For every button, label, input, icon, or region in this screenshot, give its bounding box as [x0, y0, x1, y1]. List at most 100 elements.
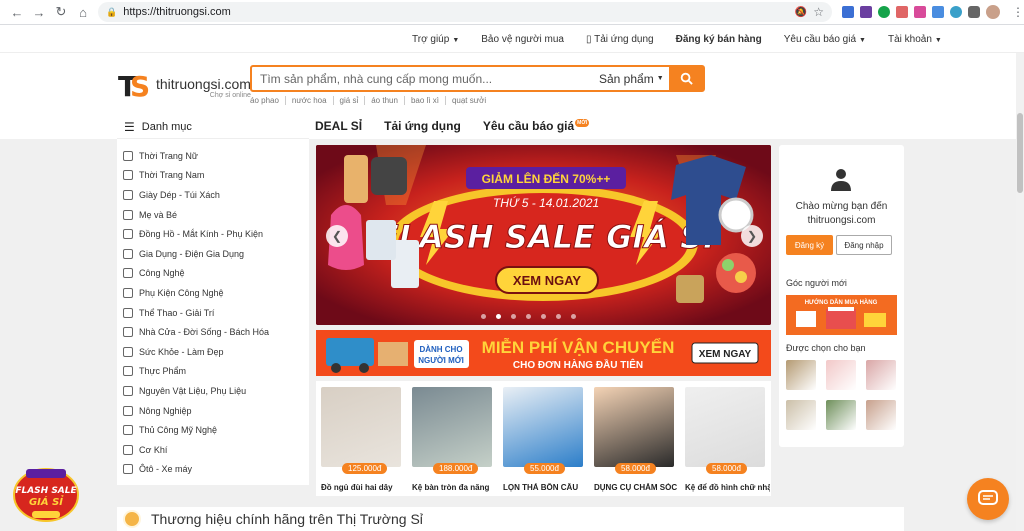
kebab-menu-icon[interactable]: ⋮ — [1012, 5, 1024, 19]
reload-icon[interactable]: ↻ — [50, 1, 72, 23]
extension-icon[interactable] — [860, 6, 872, 18]
extension-icon[interactable] — [896, 6, 908, 18]
carousel-prev-button[interactable]: ❮ — [326, 225, 348, 247]
site-logo[interactable]: TS thitruongsi.com Chợ sỉ online — [118, 73, 251, 101]
page-scrollbar[interactable] — [1016, 53, 1024, 531]
search-hint[interactable]: giá sỉ — [334, 96, 366, 105]
picked-product-thumb[interactable] — [786, 400, 816, 430]
account-menu[interactable]: Tài khoản ▼ — [888, 34, 942, 45]
notifications-off-icon[interactable]: 🔕 — [795, 7, 807, 18]
sidebar-category-item[interactable]: Giày Dép - Túi Xách — [117, 185, 309, 205]
picked-product-thumb[interactable] — [866, 360, 896, 390]
search-input[interactable] — [252, 67, 599, 90]
product-name[interactable]: Kệ bàn tròn đa năng — [412, 483, 497, 492]
product-image[interactable] — [685, 387, 765, 467]
carousel-dot[interactable] — [481, 314, 486, 319]
product-image[interactable] — [503, 387, 583, 467]
flash-sale-floating-badge[interactable]: FLASH SALE GIÁ SỈ — [12, 463, 80, 523]
sidebar-category-item[interactable]: Đồng Hồ - Mắt Kính - Phụ Kiện — [117, 224, 309, 244]
product-name[interactable]: DỤNG CỤ CHĂM SÓC — [594, 483, 679, 492]
scrollbar-thumb[interactable] — [1017, 113, 1023, 193]
sidebar-category-item[interactable]: Nhà Cửa - Đời Sống - Bách Hóa — [117, 322, 309, 342]
search-hint[interactable]: áo thun — [365, 96, 405, 105]
sidebar-category-item[interactable]: Thủ Công Mỹ Nghệ — [117, 420, 309, 440]
login-button[interactable]: Đăng nhập — [836, 235, 892, 255]
register-button[interactable]: Đăng ký — [786, 235, 833, 255]
buyer-protection-link[interactable]: Bảo vệ người mua — [481, 34, 564, 45]
tab-request-quote[interactable]: Yêu cầu báo giá MỚI — [483, 119, 589, 133]
carousel-dot[interactable] — [511, 314, 516, 319]
picked-for-you-title: Được chọn cho bạn — [786, 343, 866, 353]
search-hint[interactable]: bao lì xì — [405, 96, 446, 105]
address-bar[interactable]: 🔒 https://thitruongsi.com 🔕 ☆ — [98, 2, 832, 22]
sidebar-category-item[interactable]: Ôtô - Xe máy — [117, 460, 309, 480]
search-hint[interactable]: nước hoa — [286, 96, 334, 105]
carousel-dot[interactable] — [571, 314, 576, 319]
search-hint[interactable]: áo phao — [250, 96, 286, 105]
extension-icon[interactable] — [950, 6, 962, 18]
sidebar-category-item[interactable]: Công Nghệ — [117, 264, 309, 284]
flash-float-line1: FLASH SALE — [15, 486, 77, 496]
extension-icon[interactable] — [914, 6, 926, 18]
free-shipping-banner[interactable]: DÀNH CHO NGƯỜI MỚI MIỄN PHÍ VẬN CHUYỂN C… — [316, 330, 771, 376]
sidebar-category-item[interactable]: Gia Dụng - Điện Gia Dụng — [117, 244, 309, 264]
category-icon — [123, 150, 133, 161]
tab-download-app[interactable]: Tải ứng dụng — [384, 119, 461, 133]
sidebar-category-item[interactable]: Thể Thao - Giải Trí — [117, 303, 309, 323]
product-image[interactable] — [412, 387, 492, 467]
back-arrow-icon[interactable]: ← — [6, 1, 28, 23]
tab-deal-si[interactable]: DEAL SỈ — [315, 119, 362, 133]
sidebar-category-item[interactable]: Thực Phẩm — [117, 362, 309, 382]
picked-product-thumb[interactable] — [866, 400, 896, 430]
grammarly-icon[interactable] — [878, 6, 890, 18]
extension-icon[interactable] — [932, 6, 944, 18]
picked-product-thumb[interactable] — [826, 400, 856, 430]
search-button[interactable] — [669, 67, 703, 90]
search-hint[interactable]: quạt sưởi — [446, 96, 492, 105]
product-card[interactable]: 58.000đ Kệ để đồ hình chữ nhật — [685, 387, 770, 496]
product-card[interactable]: 55.000đ LỌN THẢ BỒN CẦU — [503, 387, 583, 496]
chat-button[interactable] — [967, 478, 1009, 520]
bookmark-star-icon[interactable]: ☆ — [813, 5, 824, 19]
picked-product-thumb[interactable] — [786, 360, 816, 390]
request-quote-link[interactable]: Yêu cầu báo giá ▼ — [784, 34, 866, 45]
carousel-next-button[interactable]: ❯ — [741, 225, 763, 247]
sidebar-category-item[interactable]: Nguyên Vật Liệu, Phụ Liệu — [117, 381, 309, 401]
ship-tag-line2: NGƯỜI MỚI — [418, 356, 464, 365]
carousel-dot[interactable] — [496, 314, 501, 319]
home-icon[interactable]: ⌂ — [72, 1, 94, 23]
flash-sale-banner[interactable]: GIẢM LÊN ĐẾN 70%++ THỨ 5 - 14.01.2021 FL… — [316, 145, 771, 325]
product-name[interactable]: LỌN THẢ BỒN CẦU — [503, 483, 588, 492]
help-link[interactable]: Trợ giúp ▼ — [412, 34, 459, 45]
forward-arrow-icon[interactable]: → — [28, 1, 50, 23]
banner-date: THỨ 5 - 14.01.2021 — [493, 195, 599, 210]
product-name[interactable]: Đồ ngủ đùi hai dây — [321, 483, 406, 492]
carousel-dot[interactable] — [556, 314, 561, 319]
category-sidebar: ☰ Danh mục Thời Trang Nữ Thời Trang Nam Gi… — [117, 115, 309, 485]
product-card[interactable]: 125.000đ Đồ ngủ đùi hai dây — [321, 387, 401, 496]
sidebar-category-item[interactable]: Thời Trang Nữ — [117, 146, 309, 166]
sidebar-category-item[interactable]: Phụ Kiện Công Nghệ — [117, 283, 309, 303]
sidebar-category-item[interactable]: Cơ Khí — [117, 440, 309, 460]
carousel-dot[interactable] — [526, 314, 531, 319]
buying-guide-banner[interactable]: HƯỚNG DẪN MUA HÀNG — [786, 295, 897, 335]
extension-icon[interactable] — [842, 6, 854, 18]
picked-product-thumb[interactable] — [826, 360, 856, 390]
product-name[interactable]: Kệ để đồ hình chữ nhật — [685, 483, 770, 492]
product-price: 58.000đ — [615, 463, 656, 474]
puzzle-icon[interactable] — [968, 6, 980, 18]
seller-register-link[interactable]: Đăng ký bán hàng — [676, 34, 762, 45]
product-image[interactable] — [594, 387, 674, 467]
sidebar-category-item[interactable]: Mẹ và Bé — [117, 205, 309, 225]
sidebar-category-item[interactable]: Sức Khỏe - Làm Đẹp — [117, 342, 309, 362]
product-card[interactable]: 188.000đ Kệ bàn tròn đa năng — [412, 387, 492, 496]
sidebar-category-item[interactable]: Nông Nghiệp — [117, 401, 309, 421]
carousel-dot[interactable] — [541, 314, 546, 319]
download-app-link[interactable]: ▯ Tải ứng dụng — [586, 34, 654, 45]
profile-avatar[interactable] — [986, 5, 1000, 19]
search-category-select[interactable]: Sản phẩm ▼ — [599, 67, 669, 90]
product-card[interactable]: 58.000đ DỤNG CỤ CHĂM SÓC — [594, 387, 677, 496]
sidebar-category-item[interactable]: Thời Trang Nam — [117, 166, 309, 186]
product-image[interactable] — [321, 387, 401, 467]
search-icon — [680, 72, 693, 85]
